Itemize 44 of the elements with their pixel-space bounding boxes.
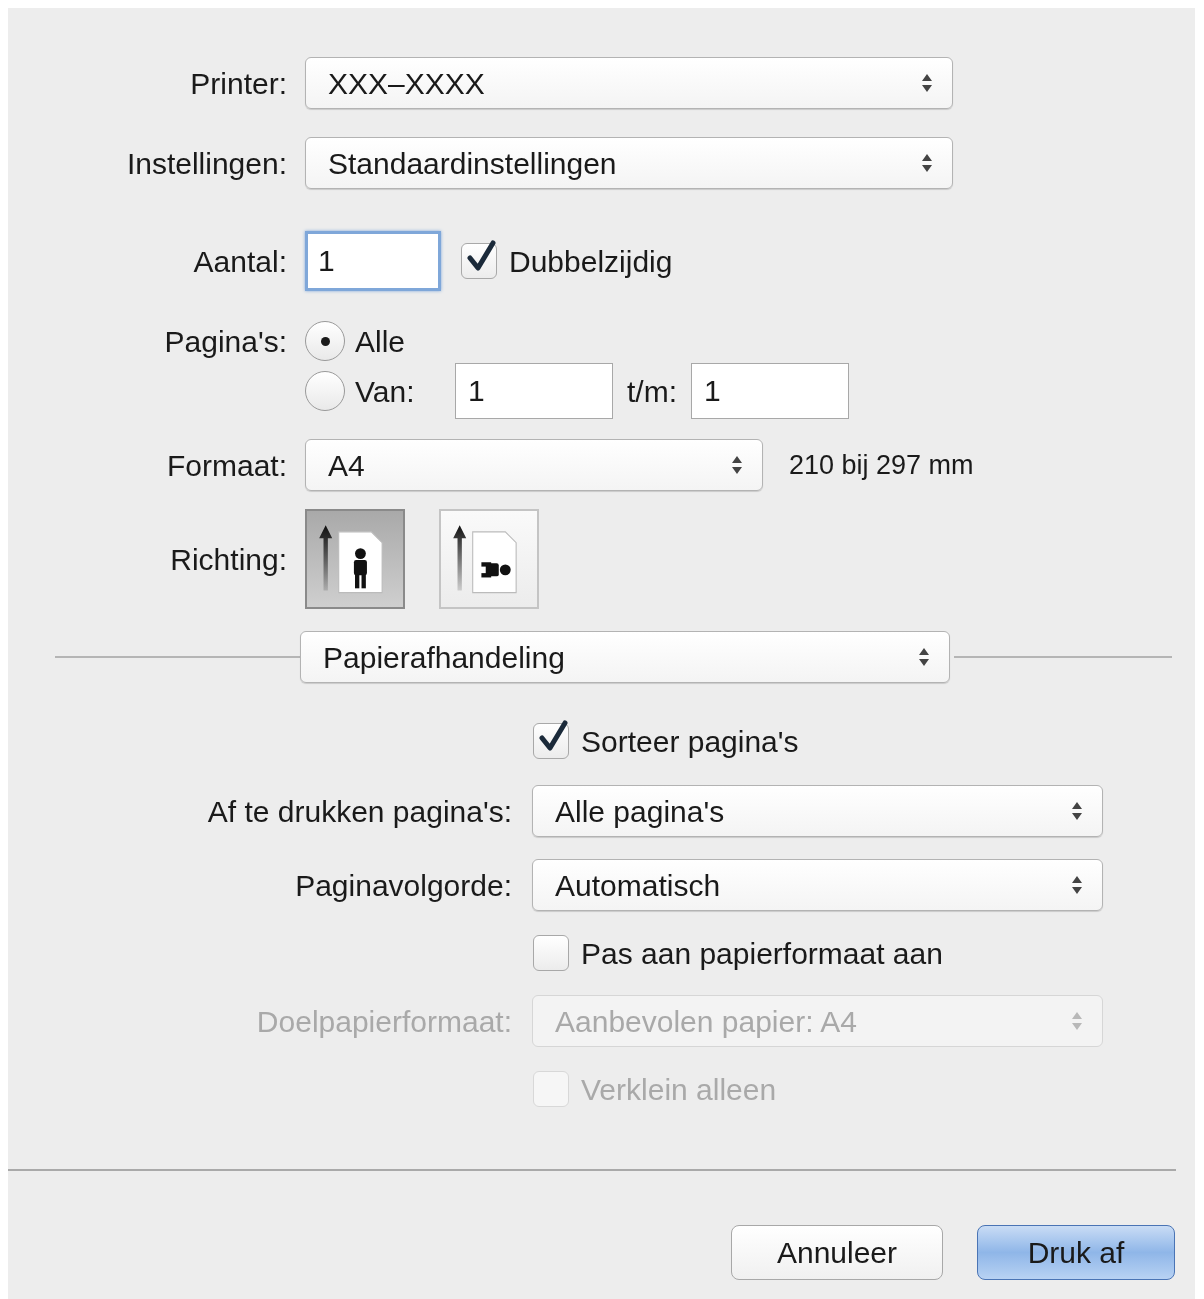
up-down-arrows-icon [730,454,744,476]
radio-label: Van: [355,373,416,410]
dropdown-select[interactable]: Alle pagina's [532,785,1103,837]
up-down-arrows-icon [1070,800,1084,822]
checkbox-label: Dubbelzijdig [509,243,673,280]
from-page-field[interactable]: 1 [455,363,613,419]
checkbox[interactable] [533,723,569,759]
field-label: Instellingen: [125,145,287,182]
up-down-arrows-icon [1070,1010,1084,1032]
field-label: Af te drukken pagina's: [206,793,512,830]
field-label: Pagina's: [163,323,287,360]
checkmark-icon [466,240,496,274]
up-down-arrows-icon [920,152,934,174]
field-label: Paginavolgorde: [294,867,512,904]
print-button[interactable]: Druk af [977,1225,1175,1280]
cancel-button[interactable]: Annuleer [731,1225,943,1280]
copies-field[interactable]: 1 [305,231,441,291]
to-page-field[interactable]: 1 [691,363,849,419]
checkmark-icon [538,720,568,754]
checkbox[interactable] [533,935,569,971]
field-label: Richting: [169,541,287,578]
field-label: Formaat: [165,447,287,484]
orientation-button[interactable] [439,509,539,609]
dropdown-select[interactable]: Automatisch [532,859,1103,911]
up-down-arrows-icon [917,646,931,668]
up-down-arrows-icon [920,72,934,94]
radio-label: Alle [355,323,406,360]
dropdown-select[interactable]: Standaardinstellingen [305,137,953,189]
orientation-button[interactable] [305,509,405,609]
radio-button[interactable] [305,371,345,411]
checkbox-label: Pas aan papierformaat aan [581,935,943,972]
field-label: t/m: [627,373,677,410]
checkbox-label: Sorteer pagina's [581,723,799,760]
checkbox[interactable] [461,243,497,279]
radio-button[interactable] [305,321,345,361]
dropdown-select[interactable]: A4 [305,439,763,491]
paper-dimensions-text: 210 bij 297 mm [789,448,974,482]
up-down-arrows-icon [1070,874,1084,896]
field-label: Aantal: [192,243,287,280]
dropdown-select[interactable]: Papierafhandeling [300,631,950,683]
dropdown-select[interactable]: XXX–XXXX [305,57,953,109]
field-label: Doelpapierformaat: [255,1003,512,1040]
field-label: Printer: [189,65,287,102]
checkbox-label: Verklein alleen [581,1071,777,1108]
